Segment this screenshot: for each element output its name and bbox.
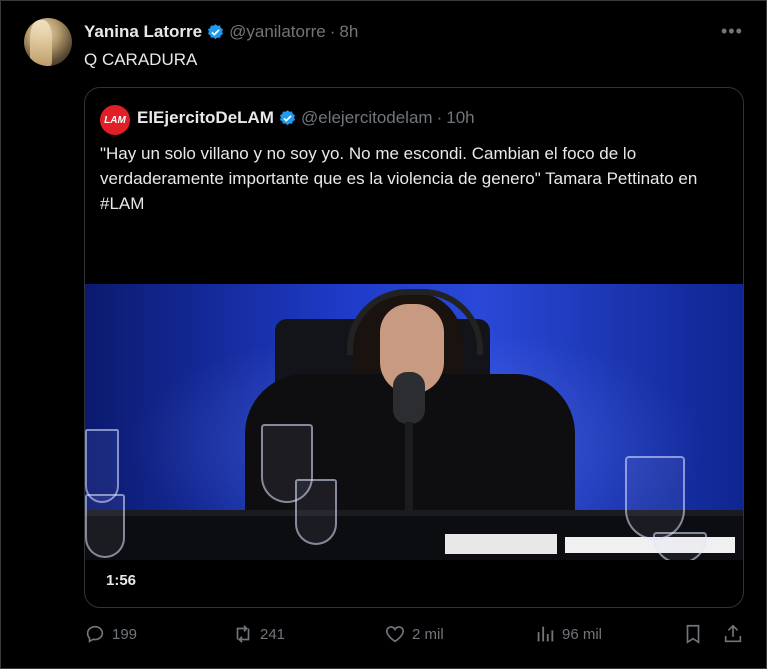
quoted-author-handle[interactable]: @elejercitodelam (301, 108, 433, 128)
author-handle[interactable]: @yanilatorre (229, 22, 326, 42)
separator-dot: · (436, 108, 443, 127)
verified-icon (279, 109, 296, 125)
tweet-card: Yanina Latorre @yanilatorre · 8h ••• Q C… (0, 0, 767, 669)
share-icon (724, 624, 742, 643)
video-duration: 1:56 (106, 572, 137, 589)
separator-dot: · (329, 22, 336, 41)
repost-button[interactable]: 241 (232, 623, 285, 645)
bookmark-button[interactable] (682, 623, 704, 645)
views-button[interactable]: 96 mil (534, 623, 602, 645)
repost-icon (236, 625, 250, 643)
action-bar: 199 241 2 mil 96 mil (84, 623, 744, 649)
video-player[interactable] (85, 284, 743, 560)
reply-icon (86, 625, 104, 643)
quoted-tweet-text: "Hay un solo villano y no soy yo. No me … (100, 144, 698, 213)
author-row: Yanina Latorre @yanilatorre · 8h (84, 21, 358, 43)
reply-button[interactable]: 199 (84, 623, 137, 645)
quoted-tweet[interactable]: LAM ElEjercitoDeLAM @elejercitodelam · 1… (84, 87, 744, 608)
share-button[interactable] (722, 623, 744, 645)
like-count: 2 mil (412, 625, 444, 643)
bookmark-icon (686, 624, 700, 644)
tweet-time[interactable]: 8h (339, 22, 358, 42)
author-name[interactable]: Yanina Latorre (84, 22, 202, 42)
repost-count: 241 (260, 625, 286, 643)
like-button[interactable]: 2 mil (384, 623, 444, 645)
views-icon (537, 626, 554, 642)
quoted-tweet-time[interactable]: 10h (446, 108, 474, 128)
tweet-text: Q CARADURA (84, 50, 198, 69)
reply-count: 199 (112, 625, 138, 643)
like-icon (385, 626, 405, 643)
verified-icon (208, 23, 224, 39)
more-icon[interactable]: ••• (721, 21, 743, 41)
views-count: 96 mil (562, 625, 603, 643)
avatar[interactable] (24, 18, 72, 66)
quoted-avatar[interactable]: LAM (100, 105, 130, 135)
quoted-author-name[interactable]: ElEjercitoDeLAM (137, 108, 274, 128)
quoted-author-row: ElEjercitoDeLAM @elejercitodelam · 10h (137, 108, 475, 128)
